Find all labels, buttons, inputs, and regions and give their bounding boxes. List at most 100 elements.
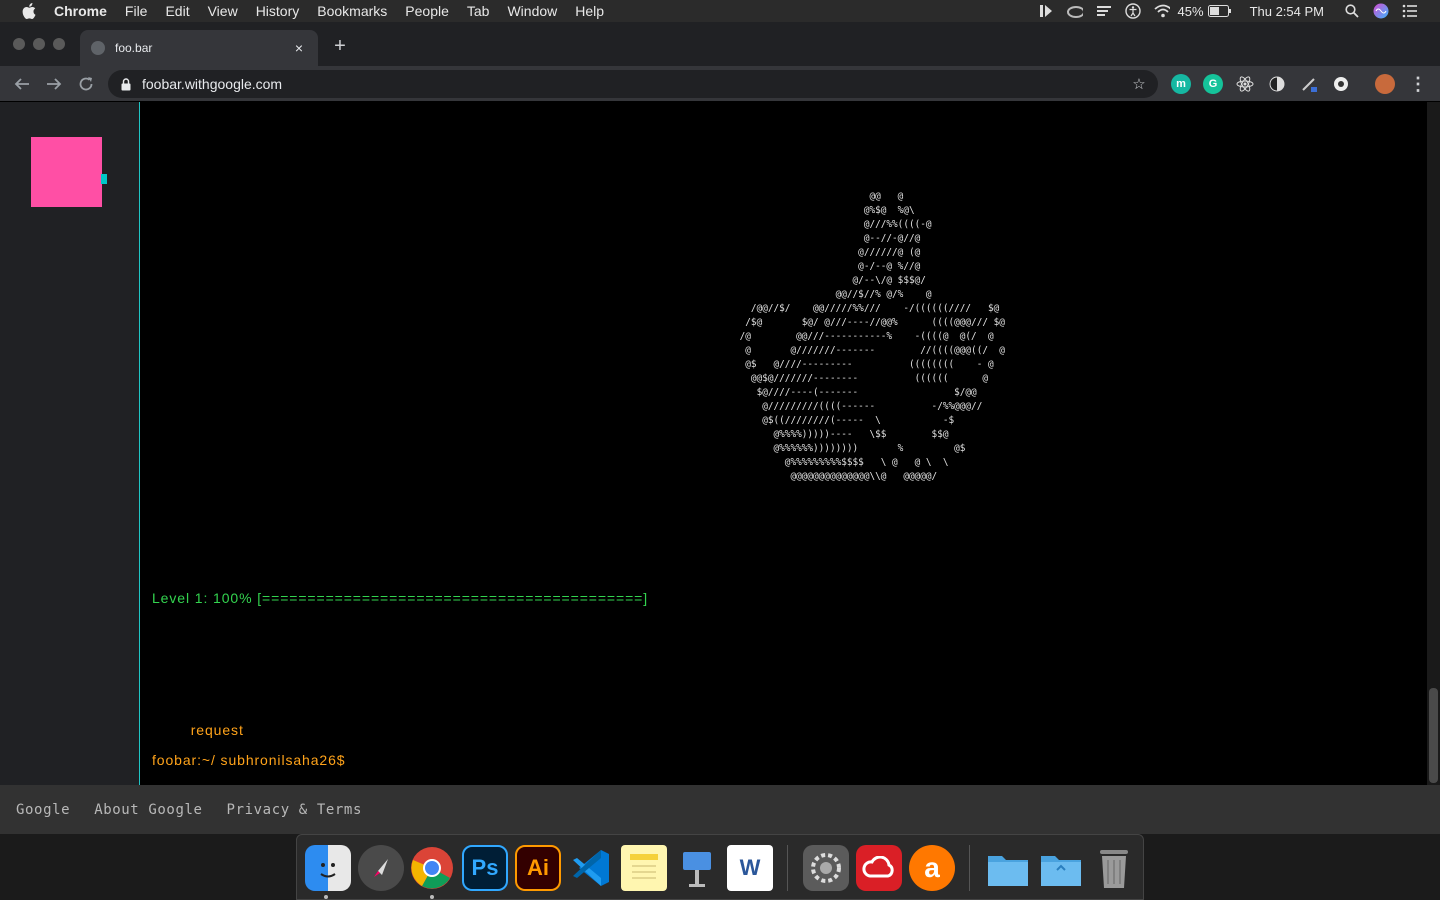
scrollbar-thumb[interactable] xyxy=(1429,688,1438,783)
browser-toolbar: foobar.withgoogle.com ☆ m G ⋮ xyxy=(0,66,1440,102)
level-bar: [.......................................… xyxy=(249,656,461,672)
creative-cloud-tray-icon[interactable] xyxy=(1066,3,1083,19)
menu-file[interactable]: File xyxy=(125,3,148,19)
extension-m-icon[interactable]: m xyxy=(1171,74,1191,94)
level-bar: [.......................................… xyxy=(249,612,461,628)
downloads-folder-icon[interactable] xyxy=(1038,845,1084,891)
chrome-icon[interactable] xyxy=(409,845,455,891)
notes-icon[interactable] xyxy=(621,845,667,891)
siri-icon[interactable] xyxy=(1373,3,1389,19)
level-percent: 0% xyxy=(213,656,245,672)
keynote-icon[interactable] xyxy=(674,845,720,891)
word-icon[interactable]: W xyxy=(727,845,773,891)
tab-close-icon[interactable]: × xyxy=(290,39,308,57)
level-bar: [.......................................… xyxy=(249,678,461,694)
level-percent: 0% xyxy=(213,634,245,650)
level-percent: 0% xyxy=(213,612,245,628)
level-progress-row: Level 1: 100% [=========================… xyxy=(152,590,648,606)
instruction-line: Type request to request a new challenge … xyxy=(152,722,617,738)
menu-help[interactable]: Help xyxy=(575,3,604,19)
menu-history[interactable]: History xyxy=(256,3,300,19)
notification-center-icon[interactable] xyxy=(1402,3,1418,19)
terminal-prompt[interactable]: foobar:~/ subhronilsaha26$ xyxy=(152,752,345,768)
menu-people[interactable]: People xyxy=(405,3,449,19)
status-line: Level 1 complete xyxy=(152,502,273,518)
dock-separator xyxy=(969,845,970,891)
system-preferences-icon[interactable] xyxy=(803,845,849,891)
new-tab-button[interactable]: + xyxy=(330,35,350,57)
window-minimize-button[interactable] xyxy=(33,38,45,50)
extension-circle-icon[interactable] xyxy=(1331,74,1351,94)
tab-title: foo.bar xyxy=(115,41,153,55)
back-icon[interactable] xyxy=(11,73,33,95)
level-progress-row: Level 4: 0% [...........................… xyxy=(152,656,460,672)
globe-icon xyxy=(91,41,105,55)
level-label: Level 5: xyxy=(152,678,209,694)
finder-icon[interactable] xyxy=(305,845,351,891)
macos-dock: Ps Ai W a xyxy=(296,834,1144,900)
grammarly-icon[interactable]: G xyxy=(1203,74,1223,94)
address-bar[interactable]: foobar.withgoogle.com ☆ xyxy=(108,70,1158,98)
left-panel xyxy=(0,102,140,785)
apple-icon[interactable] xyxy=(20,2,38,20)
ascii-art-rabbit: @@ @ @%$@ %@\ @///%%((((-@ @--//-@//@ @/… xyxy=(739,191,1005,482)
footer-link-google[interactable]: Google xyxy=(16,802,70,818)
photoshop-icon[interactable]: Ps xyxy=(462,845,508,891)
level-progress-row: Level 5: 0% [...........................… xyxy=(152,678,460,694)
level-percent: 0% xyxy=(213,678,245,694)
status-line: Challenges left to complete level: 2 xyxy=(152,546,402,562)
tab-foobar[interactable]: foo.bar × xyxy=(80,30,318,66)
level-label: Level 2: xyxy=(152,612,209,628)
window-zoom-button[interactable] xyxy=(53,38,65,50)
menu-window[interactable]: Window xyxy=(507,3,557,19)
battery-icon[interactable] xyxy=(1207,3,1232,19)
macos-menubar: Chrome File Edit View History Bookmarks … xyxy=(0,0,1440,22)
tweaks-icon[interactable] xyxy=(1038,3,1054,19)
level-progress-row: Level 3: 0% [...........................… xyxy=(152,634,460,650)
level-label: Level 3: xyxy=(152,634,209,650)
running-indicator xyxy=(324,895,328,899)
menu-tab[interactable]: Tab xyxy=(467,3,490,19)
level-label: Level 1: xyxy=(152,590,209,606)
menu-app-chrome[interactable]: Chrome xyxy=(54,3,107,19)
trash-icon[interactable] xyxy=(1091,845,1137,891)
react-devtools-icon[interactable] xyxy=(1235,74,1255,94)
accessibility-icon[interactable] xyxy=(1124,3,1141,19)
folder-icon[interactable] xyxy=(985,845,1031,891)
footer-link-privacy-terms[interactable]: Privacy & Terms xyxy=(227,802,362,818)
window-close-button[interactable] xyxy=(13,38,25,50)
clock[interactable]: Thu 2:54 PM xyxy=(1250,4,1324,19)
url-text[interactable]: foobar.withgoogle.com xyxy=(142,76,1130,92)
avast-icon[interactable]: a xyxy=(909,845,955,891)
status-line: You are now on level 2 xyxy=(152,524,313,540)
menu-edit[interactable]: Edit xyxy=(165,3,189,19)
reload-icon[interactable] xyxy=(75,73,97,95)
foobar-page: @@ @ @%$@ %@\ @///%%((((-@ @--//-@//@ @/… xyxy=(0,102,1440,834)
menu-view[interactable]: View xyxy=(208,3,238,19)
spotlight-search-icon[interactable] xyxy=(1344,3,1360,19)
browser-tab-strip: foo.bar × + xyxy=(0,22,1440,66)
logo-accent-inner xyxy=(97,174,101,184)
forward-icon[interactable] xyxy=(43,73,65,95)
vscode-icon[interactable] xyxy=(568,845,614,891)
dark-reader-icon[interactable] xyxy=(1267,74,1287,94)
pen-extension-icon[interactable] xyxy=(1299,74,1319,94)
profile-avatar[interactable] xyxy=(1375,74,1395,94)
menu-list-icon[interactable] xyxy=(1096,3,1112,19)
running-indicator xyxy=(430,895,434,899)
wifi-icon[interactable] xyxy=(1153,3,1170,19)
footer-link-about-google[interactable]: About Google xyxy=(94,802,202,818)
illustrator-icon[interactable]: Ai xyxy=(515,845,561,891)
launchpad-icon[interactable] xyxy=(358,845,404,891)
level-label: Level 4: xyxy=(152,656,209,672)
lock-icon[interactable] xyxy=(120,77,132,91)
page-scrollbar[interactable] xyxy=(1427,102,1440,785)
bookmark-star-icon[interactable]: ☆ xyxy=(1130,75,1148,93)
menubar-tray: 45% Thu 2:54 PM xyxy=(1025,0,1440,22)
creative-cloud-icon[interactable] xyxy=(856,845,902,891)
menu-bookmarks[interactable]: Bookmarks xyxy=(317,3,387,19)
page-footer: Google About Google Privacy & Terms xyxy=(0,785,1440,834)
chrome-menu-icon[interactable]: ⋮ xyxy=(1408,74,1428,94)
level-bar: [=======================================… xyxy=(257,590,649,606)
dock-separator xyxy=(787,845,788,891)
